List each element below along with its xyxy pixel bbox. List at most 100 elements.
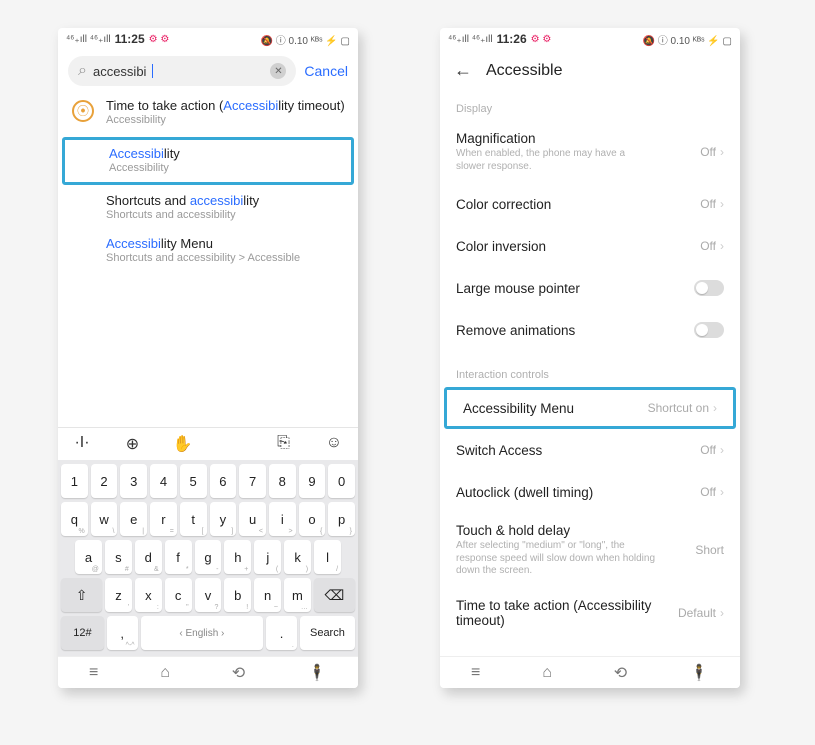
row-label: Color inversion xyxy=(456,239,546,254)
phone-search-screen: ⁴⁶₊ıll ⁴⁶₊ıll 11:25 ⚙ ⚙ 🔕 ⓘ 0.10 ᴷᴮˢ ⚡ ▢… xyxy=(58,28,358,688)
settings-row[interactable]: Magnification When enabled, the phone may… xyxy=(440,121,740,183)
search-input-text[interactable]: accessibi xyxy=(93,64,146,79)
cancel-button[interactable]: Cancel xyxy=(304,63,348,79)
row-label: Large mouse pointer xyxy=(456,281,580,296)
key-o[interactable]: o{ xyxy=(299,502,326,536)
settings-row[interactable]: Time to take action (Accessibility timeo… xyxy=(440,588,740,638)
row-value: Off xyxy=(700,197,716,211)
nav-back-icon[interactable]: ⟲ xyxy=(614,663,627,683)
nav-accessibility-icon[interactable]: 🕴 xyxy=(307,663,327,683)
clear-icon[interactable]: ✕ xyxy=(270,63,286,79)
key-j[interactable]: j( xyxy=(254,540,281,574)
search-key[interactable]: Search xyxy=(300,616,355,650)
row-label: Time to take action (Accessibility timeo… xyxy=(456,598,678,628)
key-f[interactable]: f* xyxy=(165,540,192,574)
result-row[interactable]: ⦿ Time to take action (Accessibility tim… xyxy=(58,92,358,135)
settings-row[interactable]: Switch AccessOff› xyxy=(440,429,740,471)
key-h[interactable]: h+ xyxy=(224,540,251,574)
key-w[interactable]: w\ xyxy=(91,502,118,536)
settings-row[interactable]: Remove animations xyxy=(440,309,740,351)
settings-row[interactable]: Accessibility MenuShortcut on› xyxy=(444,387,736,429)
nav-home-icon[interactable]: ⌂ xyxy=(542,664,552,682)
row-label: Magnification xyxy=(456,131,656,146)
key-y[interactable]: y] xyxy=(210,502,237,536)
toggle-switch[interactable] xyxy=(694,322,724,338)
settings-row[interactable]: Touch & hold delayAfter selecting "mediu… xyxy=(440,513,740,588)
shift-key[interactable]: ⇧ xyxy=(61,578,102,612)
key-6[interactable]: 6 xyxy=(210,464,237,498)
nav-menu-icon[interactable]: ≡ xyxy=(89,664,98,682)
key-v[interactable]: v? xyxy=(195,578,222,612)
key-7[interactable]: 7 xyxy=(239,464,266,498)
settings-row[interactable]: Large mouse pointer xyxy=(440,267,740,309)
key-s[interactable]: s# xyxy=(105,540,132,574)
key-l[interactable]: l/ xyxy=(314,540,341,574)
key-d[interactable]: d& xyxy=(135,540,162,574)
symbols-key[interactable]: 12# xyxy=(61,616,104,650)
result-row[interactable]: Accessibility Menu Shortcuts and accessi… xyxy=(58,230,358,273)
emoji-icon[interactable]: ☺ xyxy=(322,434,346,454)
key-i[interactable]: i> xyxy=(269,502,296,536)
nav-back-icon[interactable]: ⟲ xyxy=(232,663,245,683)
key-0[interactable]: 0 xyxy=(328,464,355,498)
key-a[interactable]: a@ xyxy=(75,540,102,574)
key-b[interactable]: b! xyxy=(224,578,251,612)
key-1[interactable]: 1 xyxy=(61,464,88,498)
key-x[interactable]: x: xyxy=(135,578,162,612)
clipboard-icon[interactable]: ⎘ xyxy=(272,434,296,454)
backspace-key[interactable]: ⌫ xyxy=(314,578,355,612)
toggle-switch[interactable] xyxy=(694,280,724,296)
key-4[interactable]: 4 xyxy=(150,464,177,498)
key-r[interactable]: r= xyxy=(150,502,177,536)
section-label-interaction: Interaction controls xyxy=(440,351,740,387)
cursor-mode-icon[interactable]: ·I· xyxy=(70,434,94,454)
status-bar: ⁴⁶₊ıll ⁴⁶₊ıll 11:25 ⚙ ⚙ 🔕 ⓘ 0.10 ᴷᴮˢ ⚡ ▢ xyxy=(58,28,358,50)
key-5[interactable]: 5 xyxy=(180,464,207,498)
space-key[interactable]: ‹ English › xyxy=(141,616,264,650)
settings-row[interactable]: Autoclick (dwell timing)Off› xyxy=(440,471,740,513)
accessibility-icon: ⦿ xyxy=(72,100,94,122)
row-value: Shortcut on xyxy=(648,401,709,415)
nav-accessibility-icon[interactable]: 🕴 xyxy=(689,663,709,683)
signal-icon: ⁴⁶₊ıll ⁴⁶₊ıll xyxy=(448,34,493,45)
key-p[interactable]: p} xyxy=(328,502,355,536)
period-key[interactable]: .. xyxy=(266,616,297,650)
chevron-right-icon: › xyxy=(720,145,724,159)
row-label: Color correction xyxy=(456,197,551,212)
nav-menu-icon[interactable]: ≡ xyxy=(471,664,480,682)
key-c[interactable]: c" xyxy=(165,578,192,612)
key-q[interactable]: q% xyxy=(61,502,88,536)
comma-key[interactable]: ,^-^ xyxy=(107,616,138,650)
key-t[interactable]: t[ xyxy=(180,502,207,536)
row-value: Short xyxy=(695,543,724,557)
page-header: ← Accessible xyxy=(440,50,740,85)
handwriting-icon[interactable]: ✋ xyxy=(171,434,195,454)
key-k[interactable]: k) xyxy=(284,540,311,574)
key-3[interactable]: 3 xyxy=(120,464,147,498)
key-e[interactable]: e| xyxy=(120,502,147,536)
status-time: 11:26 xyxy=(497,32,527,46)
back-arrow-icon[interactable]: ← xyxy=(454,60,472,81)
key-u[interactable]: u< xyxy=(239,502,266,536)
result-row[interactable]: Shortcuts and accessibility Shortcuts an… xyxy=(58,187,358,230)
row-subtext: When enabled, the phone may have a slowe… xyxy=(456,148,656,173)
key-n[interactable]: n~ xyxy=(254,578,281,612)
key-z[interactable]: z' xyxy=(105,578,132,612)
key-m[interactable]: m… xyxy=(284,578,311,612)
globe-icon[interactable]: ⊕ xyxy=(120,434,144,454)
status-right-icons: 🔕 ⓘ 0.10 ᴷᴮˢ ⚡ ▢ xyxy=(643,32,733,47)
key-8[interactable]: 8 xyxy=(269,464,296,498)
search-field[interactable]: ⌕ accessibi ✕ xyxy=(68,56,296,86)
key-9[interactable]: 9 xyxy=(299,464,326,498)
settings-row[interactable]: Color correctionOff› xyxy=(440,183,740,225)
settings-row[interactable]: Color inversionOff› xyxy=(440,225,740,267)
row-subtext: After selecting "medium" or "long", the … xyxy=(456,540,656,578)
key-2[interactable]: 2 xyxy=(91,464,118,498)
key-g[interactable]: g- xyxy=(195,540,222,574)
page-title: Accessible xyxy=(486,62,562,80)
result-row-selected[interactable]: Accessibility Accessibility xyxy=(62,137,354,185)
nav-home-icon[interactable]: ⌂ xyxy=(160,664,170,682)
row-label: Autoclick (dwell timing) xyxy=(456,485,593,500)
status-time: 11:25 xyxy=(115,32,145,46)
row-label: Accessibility Menu xyxy=(463,401,574,416)
